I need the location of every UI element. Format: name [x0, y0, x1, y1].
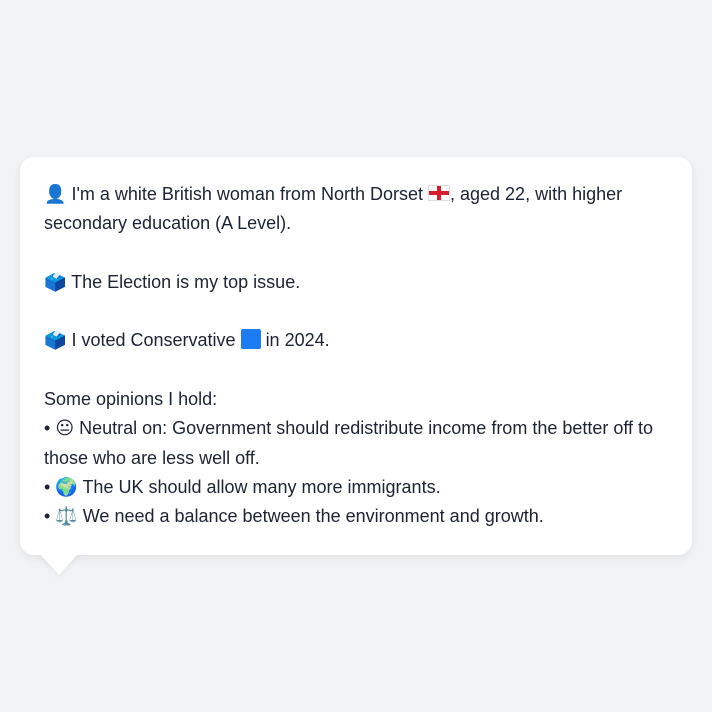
blue-square-icon	[240, 329, 261, 350]
vote-year-text: in 2024.	[265, 330, 330, 351]
opinion-item: • 😐 Neutral on: Government should redist…	[44, 414, 668, 473]
opinions-heading: Some opinions I hold:	[44, 389, 218, 410]
bubble-tail	[40, 554, 78, 575]
vote-line: 🗳️ I voted Conservative in 2024.	[44, 326, 668, 355]
top-issue-line: 🗳️ The Election is my top issue.	[44, 268, 668, 297]
opinion-text: The UK should allow many more immigrants…	[82, 476, 441, 497]
person-icon: 👤	[44, 184, 67, 205]
ballot-box-icon: 🗳️	[44, 330, 67, 352]
opinion-item: • 🌍 The UK should allow many more immigr…	[44, 473, 668, 502]
bullet: •	[44, 476, 51, 497]
england-flag-icon	[428, 185, 450, 201]
neutral-face-icon: 😐	[55, 418, 75, 440]
opinion-item: • ⚖️ We need a balance between the envir…	[44, 502, 668, 531]
intro-text: I'm a white British woman from North Dor…	[71, 184, 423, 204]
ballot-box-icon: 🗳️	[44, 271, 67, 293]
opinion-text: We need a balance between the environmen…	[82, 506, 544, 527]
chat-message-bubble: 👤 I'm a white British woman from North D…	[20, 157, 692, 555]
opinion-text: Neutral on: Government should redistribu…	[44, 418, 654, 468]
scales-icon: ⚖️	[55, 506, 78, 528]
bullet: •	[44, 506, 51, 527]
top-issue-text: The Election is my top issue.	[71, 271, 301, 292]
intro-line: 👤 I'm a white British woman from North D…	[44, 180, 668, 239]
globe-icon: 🌍	[55, 476, 78, 498]
vote-text: I voted Conservative	[71, 330, 236, 351]
bullet: •	[44, 418, 51, 439]
